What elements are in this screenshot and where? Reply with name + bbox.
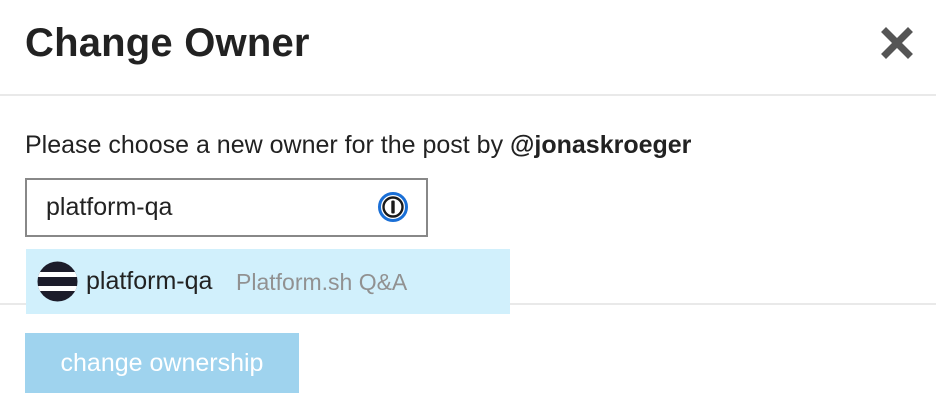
modal-header: Change Owner — [0, 0, 936, 96]
close-icon — [881, 27, 913, 59]
autocomplete-dropdown: platform-qa Platform.sh Q&A — [26, 249, 510, 314]
user-avatar — [37, 261, 78, 302]
instructions-text: Please choose a new owner for the post b… — [25, 129, 691, 161]
password-manager-icon[interactable] — [377, 191, 409, 223]
modal-footer: change ownership — [0, 303, 936, 420]
post-author-username: @jonaskroeger — [510, 131, 692, 159]
instructions-prefix: Please choose a new owner for the post b… — [25, 131, 511, 159]
autocomplete-username: platform-qa — [86, 267, 213, 295]
owner-search-input[interactable] — [27, 180, 372, 235]
change-ownership-button[interactable]: change ownership — [25, 333, 299, 393]
close-button[interactable] — [880, 26, 914, 60]
change-owner-modal: Change Owner Please choose a new owner f… — [0, 0, 936, 420]
modal-title: Change Owner — [25, 21, 310, 65]
owner-search-box — [25, 178, 428, 237]
autocomplete-item[interactable]: platform-qa Platform.sh Q&A — [26, 249, 510, 314]
autocomplete-full-name: Platform.sh Q&A — [236, 269, 408, 295]
